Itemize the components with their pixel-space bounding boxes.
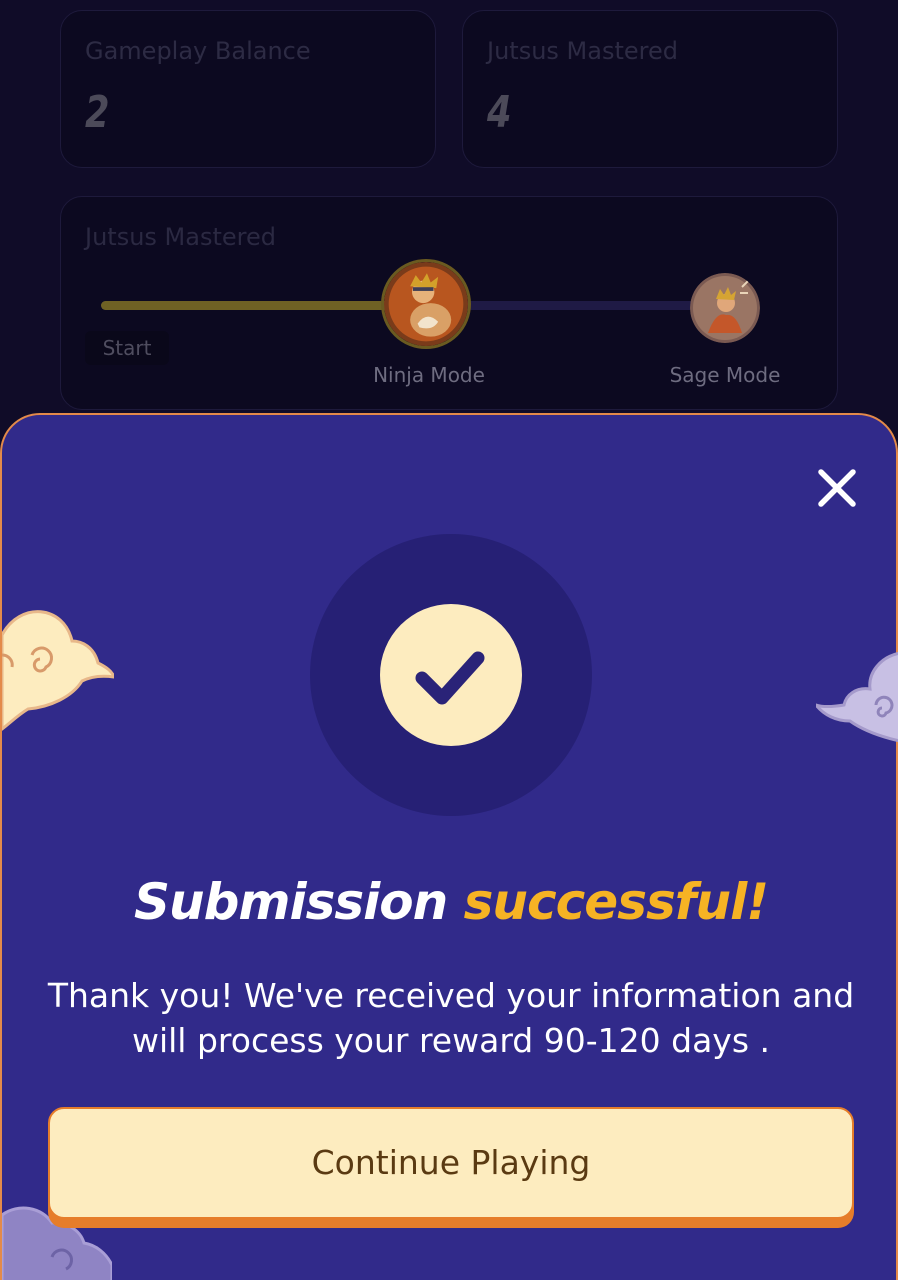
modal-heading: Submission successful! xyxy=(2,873,898,931)
ninja-mode-avatar-icon xyxy=(381,259,471,349)
stat-value: 2 xyxy=(85,87,110,138)
stat-label: Gameplay Balance xyxy=(85,37,311,65)
gameplay-balance-card: Gameplay Balance 2 xyxy=(60,10,436,168)
progress-title: Jutsus Mastered xyxy=(85,223,276,251)
progress-fill xyxy=(101,301,401,310)
sage-mode-avatar-icon xyxy=(690,273,760,343)
cloud-decoration-icon xyxy=(811,647,898,747)
heading-part-1: Submission xyxy=(133,873,448,931)
jutsus-mastered-card: Jutsus Mastered 4 xyxy=(462,10,838,168)
checkmark-icon xyxy=(380,604,522,746)
cloud-decoration-icon xyxy=(0,605,117,735)
stat-value: 4 xyxy=(487,87,512,138)
close-icon xyxy=(818,469,856,507)
modal-message: Thank you! We've received your informati… xyxy=(47,976,855,1060)
stat-label: Jutsus Mastered xyxy=(487,37,678,65)
jutsu-progress-card: Jutsus Mastered Start Ninja Mode Sage Mo… xyxy=(60,196,838,410)
milestone-sage-label: Sage Mode xyxy=(669,363,781,387)
continue-playing-button[interactable]: Continue Playing xyxy=(48,1107,854,1219)
milestone-start-label: Start xyxy=(85,331,169,365)
close-button[interactable] xyxy=(814,465,860,511)
continue-playing-label: Continue Playing xyxy=(311,1143,591,1182)
success-badge xyxy=(310,534,592,816)
heading-part-2: successful! xyxy=(463,873,769,931)
app-screen: Gameplay Balance 2 Jutsus Mastered 4 Jut… xyxy=(0,0,898,1280)
milestone-ninja-label: Ninja Mode xyxy=(373,363,485,387)
success-modal: Submission successful! Thank you! We've … xyxy=(0,413,898,1280)
